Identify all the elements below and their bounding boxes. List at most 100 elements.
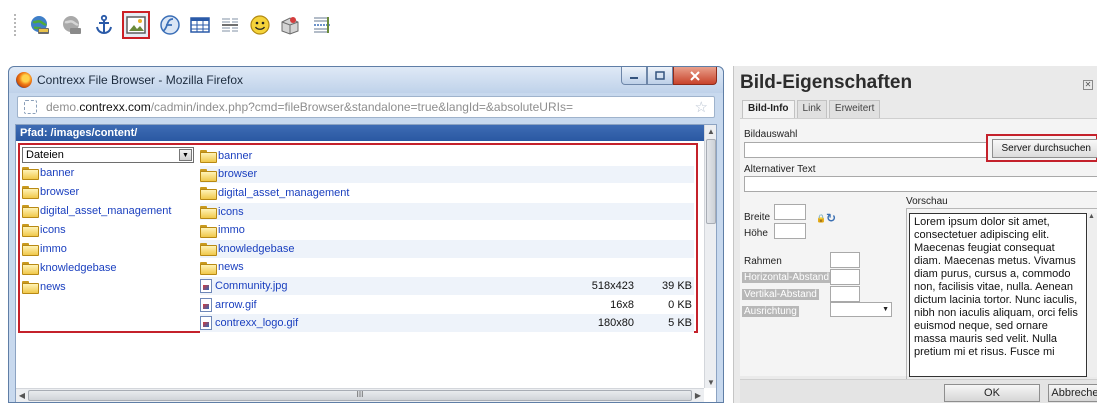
file-name: Community.jpg — [215, 279, 288, 292]
window-controls — [621, 67, 717, 86]
folder-row[interactable]: knowledgebase — [200, 239, 694, 259]
vspace-label: Vertikal-Abstand — [742, 289, 819, 300]
smiley-icon[interactable] — [246, 11, 274, 39]
width-input[interactable] — [774, 204, 806, 220]
folder-name: news — [40, 280, 66, 293]
file-dimensions: 180x80 — [597, 317, 634, 330]
file-list: banner browser digital_asset_managementico… — [200, 147, 694, 333]
folder-item[interactable]: digital_asset_management — [22, 201, 198, 220]
chevron-down-icon: ▼ — [882, 306, 889, 313]
lock-ratio-icon[interactable]: 🔒 — [816, 214, 826, 223]
anchor-icon[interactable] — [90, 11, 118, 39]
folder-icon — [200, 168, 217, 182]
url-bar[interactable]: demo.contrexx.com/cadmin/index.php?cmd=f… — [17, 96, 715, 118]
image-properties-dialog: Bild-Eigenschaften ✕ Bild-Info Link Erwe… — [733, 66, 1097, 403]
folder-icon — [200, 243, 217, 257]
scroll-up-icon[interactable]: ▲ — [705, 125, 717, 137]
file-row[interactable]: arrow.gif 16x8 0 KB — [200, 296, 694, 315]
folder-row[interactable]: news — [200, 259, 694, 278]
folder-name: icons — [218, 205, 244, 218]
image-icon[interactable] — [122, 11, 150, 39]
hspace-label: Horizontal-Abstand — [742, 272, 832, 283]
width-label: Breite — [744, 212, 771, 223]
border-input[interactable] — [830, 252, 860, 268]
tab-image-info[interactable]: Bild-Info — [742, 100, 795, 118]
border-label: Rahmen — [744, 256, 782, 267]
folder-item[interactable]: news — [22, 277, 198, 296]
hscroll-thumb[interactable]: III — [28, 390, 692, 401]
folder-icon — [200, 206, 217, 220]
folder-item[interactable]: knowledgebase — [22, 258, 198, 277]
scroll-thumb[interactable] — [706, 139, 716, 224]
cancel-button[interactable]: Abbrechen — [1048, 384, 1097, 402]
file-row[interactable]: Community.jpg 518x423 39 KB — [200, 277, 694, 296]
height-input[interactable] — [774, 223, 806, 239]
folder-icon — [200, 187, 217, 201]
align-select[interactable]: ▼ — [830, 302, 892, 317]
folder-item[interactable]: banner — [22, 163, 198, 182]
align-label: Ausrichtung — [742, 306, 799, 317]
file-row[interactable]: contrexx_logo.gif 180x80 5 KB — [200, 314, 694, 333]
image-file-icon — [200, 316, 212, 331]
folder-row[interactable]: immo — [200, 221, 694, 240]
tab-link[interactable]: Link — [796, 100, 827, 118]
tab-advanced[interactable]: Erweitert — [828, 100, 881, 118]
folder-item[interactable]: icons — [22, 220, 198, 239]
bookmark-star-icon[interactable]: ☆ — [695, 98, 708, 116]
folder-name: banner — [218, 149, 253, 162]
minimize-button[interactable] — [621, 67, 647, 85]
file-name: contrexx_logo.gif — [215, 317, 299, 330]
folder-row[interactable]: digital_asset_management — [200, 184, 694, 203]
path-label: Pfad: /images/content/ — [16, 125, 704, 141]
flash-icon[interactable] — [156, 11, 184, 39]
folder-name: banner — [40, 166, 75, 179]
folder-icon — [200, 224, 217, 238]
browse-server-button[interactable]: Server durchsuchen — [992, 139, 1097, 158]
window-title: Contrexx File Browser - Mozilla Firefox — [37, 73, 244, 87]
toolbar-grip[interactable] — [14, 14, 18, 36]
vertical-scrollbar[interactable]: ▲ ▼ — [704, 125, 716, 388]
folder-item[interactable]: immo — [22, 239, 198, 258]
close-button[interactable] — [673, 67, 717, 85]
folder-name: immo — [40, 242, 67, 255]
folder-icon — [22, 224, 39, 237]
maximize-button[interactable] — [647, 67, 673, 85]
file-size: 5 KB — [668, 317, 692, 330]
horizontal-scrollbar[interactable]: ◀ III ▶ — [16, 388, 704, 402]
chevron-down-icon: ▼ — [179, 149, 192, 161]
height-label: Höhe — [744, 228, 768, 239]
folder-name: digital_asset_management — [40, 204, 172, 217]
scroll-down-icon[interactable]: ▼ — [705, 376, 717, 388]
folder-name: immo — [218, 224, 245, 237]
file-type-select[interactable]: Dateien ▼ — [22, 147, 194, 163]
preview-text: Lorem ipsum dolor sit amet, consectetuer… — [909, 213, 1087, 377]
hspace-input[interactable] — [830, 269, 860, 285]
folder-icon — [22, 281, 39, 294]
preview-label: Vorschau — [906, 196, 948, 207]
folder-row[interactable]: banner — [200, 147, 694, 166]
ok-button[interactable]: OK — [944, 384, 1040, 402]
vspace-input[interactable] — [830, 286, 860, 302]
page-break-icon[interactable] — [308, 11, 336, 39]
file-dimensions: 16x8 — [610, 298, 634, 311]
folder-item[interactable]: browser — [22, 182, 198, 201]
preview-scrollbar[interactable]: ▲ — [1088, 213, 1097, 377]
url-text[interactable]: demo.contrexx.com/cadmin/index.php?cmd=f… — [46, 100, 573, 114]
reset-size-icon[interactable]: ↻ — [826, 211, 836, 225]
close-icon[interactable]: ✕ — [1083, 80, 1093, 90]
special-char-icon[interactable] — [276, 11, 304, 39]
page-icon — [24, 100, 37, 114]
table-icon[interactable] — [186, 11, 214, 39]
alt-text-input[interactable] — [744, 176, 1097, 192]
image-url-input[interactable] — [744, 142, 988, 158]
editor-toolbar — [6, 4, 386, 44]
globe-icon[interactable] — [26, 11, 54, 39]
folder-row[interactable]: browser — [200, 165, 694, 185]
scroll-left-icon[interactable]: ◀ — [16, 389, 28, 402]
folder-name: knowledgebase — [218, 242, 295, 255]
scroll-right-icon[interactable]: ▶ — [692, 389, 704, 402]
horizontal-rule-icon[interactable] — [216, 11, 244, 39]
grayscale-globe-icon[interactable] — [58, 11, 86, 39]
folder-row[interactable]: icons — [200, 202, 694, 222]
window-titlebar[interactable]: Contrexx File Browser - Mozilla Firefox — [9, 67, 723, 93]
